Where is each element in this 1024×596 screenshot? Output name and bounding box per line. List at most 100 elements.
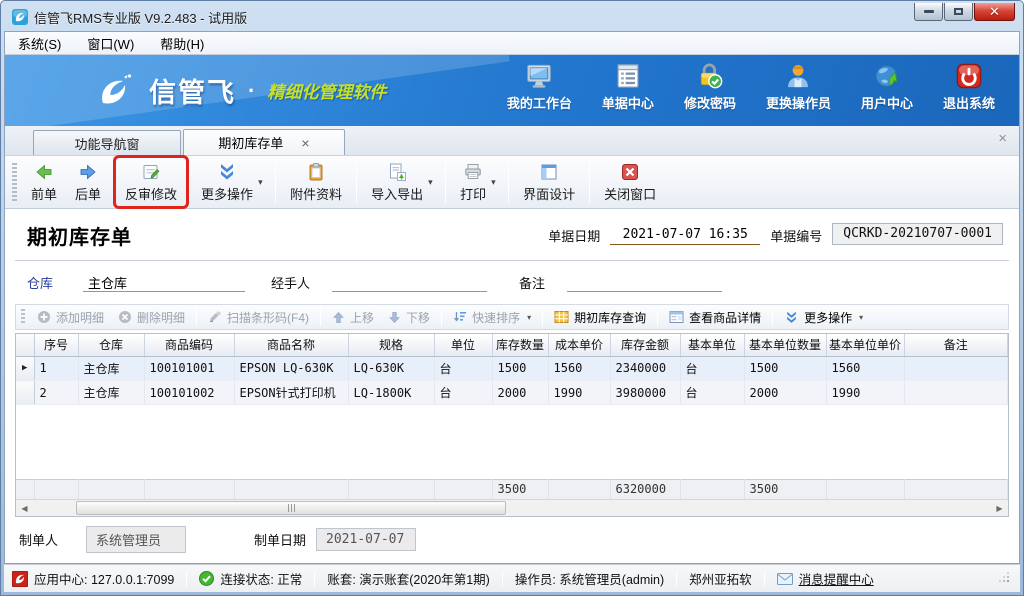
banner-action-workstation[interactable]: 我的工作台 [507,62,572,112]
quick-sort-dropdown[interactable]: ▾ [527,313,531,322]
toolbar-separator [445,161,446,203]
next-doc-button[interactable]: 后单 [66,158,110,206]
table-cell[interactable]: 2 [34,381,78,405]
remark-field[interactable] [567,273,722,292]
table-cell[interactable]: 主仓库 [78,381,144,405]
table-cell[interactable]: 2340000 [610,357,680,381]
resize-grip-icon[interactable] [998,571,1010,586]
menu-system[interactable]: 系统(S) [18,34,61,53]
prev-doc-button[interactable]: 前单 [22,158,66,206]
table-cell[interactable]: 台 [680,381,744,405]
add-circle-icon [37,310,51,324]
warehouse-field[interactable]: 主仓库 [83,273,245,292]
banner-actions: 我的工作台 单据中心 修改密码 更换操作员 用户中心 退出系统 [507,62,1019,119]
more-operations-dropdown[interactable]: ▾ [258,177,270,188]
tab-label: 期初库存单 [218,133,283,152]
restore-button[interactable] [944,3,973,21]
close-window-button[interactable]: 关闭窗口 [595,158,665,206]
more-detail-operations-button[interactable]: 更多操作 ▾ [777,306,870,329]
column-header[interactable]: 基本单位 [680,334,744,356]
column-header[interactable]: 库存金额 [610,334,680,356]
table-cell[interactable]: EPSON LQ-630K [234,357,348,381]
print-dropdown[interactable]: ▾ [491,177,503,188]
product-detail-button[interactable]: 查看商品详情 [662,306,768,329]
add-detail-button[interactable]: 添加明细 [30,306,111,329]
column-header[interactable]: 库存数量 [492,334,548,356]
banner-action-document-center[interactable]: 单据中心 [602,62,654,112]
stock-query-button[interactable]: 期初库存查询 [547,306,653,329]
column-header[interactable]: 序号 [34,334,78,356]
table-cell[interactable]: 台 [680,357,744,381]
tab-function-nav[interactable]: 功能导航窗 [33,130,181,155]
scrollbar-thumb[interactable] [76,501,506,515]
move-up-button[interactable]: 上移 [325,306,381,329]
banner-action-switch-operator[interactable]: 更换操作员 [766,62,831,112]
table-cell[interactable]: 100101002 [144,381,234,405]
table-cell[interactable]: 1500 [744,357,826,381]
attachment-button[interactable]: 附件资料 [281,158,351,206]
button-label: 上移 [350,309,374,326]
column-header[interactable]: 成本单价 [548,334,610,356]
import-export-button[interactable]: 导入导出 [362,158,432,206]
banner-action-user-center[interactable]: 用户中心 [861,62,913,112]
scan-barcode-button[interactable]: 扫描条形码(F4) [201,306,316,329]
banner-action-change-password[interactable]: 修改密码 [684,62,736,112]
move-down-button[interactable]: 下移 [381,306,437,329]
table-cell[interactable]: 台 [434,381,492,405]
column-header[interactable]: 仓库 [78,334,144,356]
banner-action-label: 我的工作台 [507,93,572,112]
menu-help[interactable]: 帮助(H) [160,34,204,53]
delete-circle-icon [118,310,132,324]
banner-action-exit-system[interactable]: 退出系统 [943,62,995,112]
quick-sort-button[interactable]: 快速排序 ▾ [446,306,538,329]
scroll-right-icon[interactable]: ▶ [991,500,1008,516]
unaudit-modify-button[interactable]: 反审修改 [116,158,186,206]
menu-window[interactable]: 窗口(W) [87,34,134,53]
status-link-text[interactable]: 消息提醒中心 [799,569,874,588]
status-message-center[interactable]: 消息提醒中心 [777,569,874,588]
ui-design-button[interactable]: 界面设计 [514,158,584,206]
table-cell[interactable]: 台 [434,357,492,381]
table-cell[interactable]: 1560 [548,357,610,381]
more-operations-button[interactable]: 更多操作 [192,158,262,206]
handler-field[interactable] [332,273,487,292]
status-separator [314,571,315,587]
table-cell[interactable]: 3980000 [610,381,680,405]
table-cell[interactable]: 100101001 [144,357,234,381]
column-header[interactable]: 基本单位数量 [744,334,826,356]
column-header[interactable]: 基本单位单价 [826,334,904,356]
scroll-left-icon[interactable]: ◀ [16,500,33,516]
import-export-dropdown[interactable]: ▾ [428,177,440,188]
horizontal-scrollbar[interactable]: ◀ ▶ [16,499,1008,516]
table-cell[interactable]: 2000 [492,381,548,405]
table-cell[interactable]: 1560 [826,357,904,381]
table-cell[interactable]: 1990 [548,381,610,405]
column-header[interactable]: 商品名称 [234,334,348,356]
column-header[interactable]: 规格 [348,334,434,356]
table-row[interactable]: ▶1主仓库100101001EPSON LQ-630KLQ-630K台15001… [16,357,1008,381]
table-cell[interactable]: LQ-630K [348,357,434,381]
button-label: 删除明细 [137,309,185,326]
table-cell[interactable]: LQ-1800K [348,381,434,405]
table-cell[interactable]: 1990 [826,381,904,405]
close-button[interactable]: ✕ [974,3,1015,21]
table-row[interactable]: 2主仓库100101002EPSON针式打印机LQ-1800K台20001990… [16,381,1008,405]
tabstrip-close-icon[interactable]: × [998,131,1007,146]
table-cell[interactable] [904,381,1008,405]
table-cell[interactable]: EPSON针式打印机 [234,381,348,405]
column-header[interactable]: 商品编码 [144,334,234,356]
delete-detail-button[interactable]: 删除明细 [111,306,192,329]
table-cell[interactable]: 主仓库 [78,357,144,381]
table-cell[interactable] [904,357,1008,381]
column-header[interactable]: 单位 [434,334,492,356]
more-detail-dropdown[interactable]: ▾ [859,313,863,322]
table-cell[interactable]: 1500 [492,357,548,381]
tab-opening-stock[interactable]: 期初库存单 × [183,129,345,155]
print-button[interactable]: 打印 [451,158,495,206]
table-cell[interactable]: 1 [34,357,78,381]
table-cell[interactable]: 2000 [744,381,826,405]
column-header[interactable]: 备注 [904,334,1008,356]
minimize-button[interactable] [914,3,943,21]
doc-date-field[interactable]: 2021-07-07 16:35 [610,227,760,245]
tab-close-icon[interactable]: × [301,136,309,150]
